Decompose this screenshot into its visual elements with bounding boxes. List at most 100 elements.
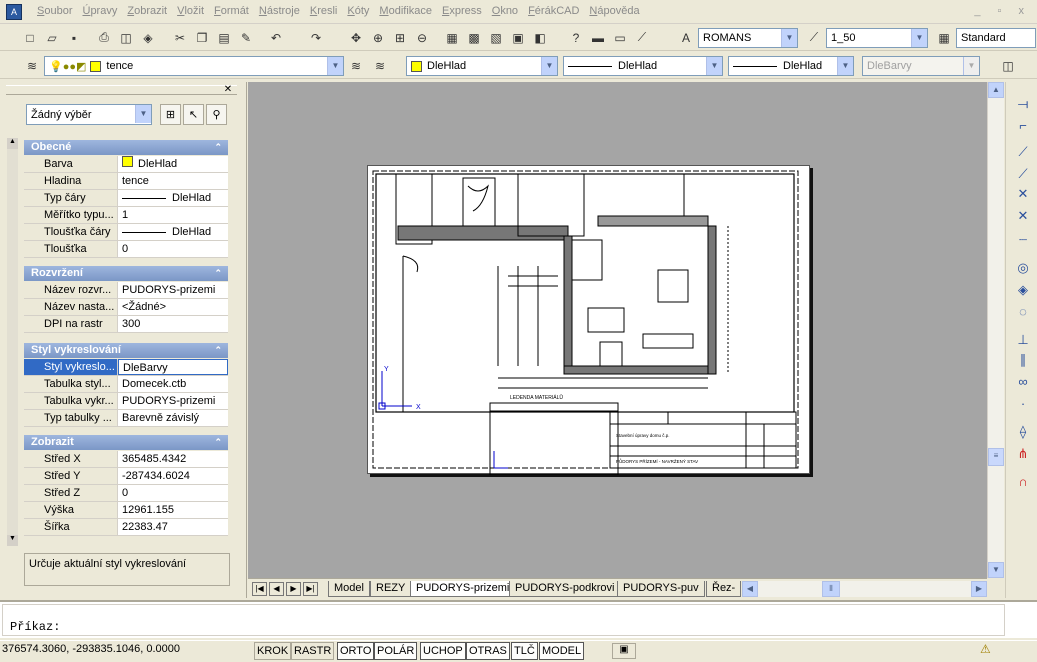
- property-row[interactable]: Střed Z 0: [24, 485, 228, 502]
- command-prompt[interactable]: Příkaz:: [10, 620, 60, 634]
- property-value[interactable]: DleHlad: [118, 224, 228, 240]
- property-row[interactable]: Tloušťka čáry DleHlad: [24, 224, 228, 241]
- command-window[interactable]: [0, 600, 1037, 638]
- section-header[interactable]: Obecné ⌃: [24, 140, 228, 155]
- property-value[interactable]: 0: [118, 485, 228, 501]
- property-row[interactable]: Střed Y -287434.6024: [24, 468, 228, 485]
- tray-settings-icon[interactable]: ⚠: [980, 642, 998, 660]
- table-style-icon[interactable]: ▦: [934, 28, 954, 47]
- publish-icon[interactable]: ◈: [138, 28, 158, 47]
- menu-item[interactable]: Kresli: [305, 5, 343, 17]
- pan-icon[interactable]: ✥: [346, 28, 366, 47]
- selection-select[interactable]: Žádný výběr ▼: [26, 104, 152, 125]
- chevron-down-icon[interactable]: ▼: [837, 57, 853, 75]
- first-tab-icon[interactable]: |◀: [252, 582, 267, 596]
- redo-icon[interactable]: ↷: [306, 28, 326, 47]
- scroll-up-icon[interactable]: ▲: [7, 138, 18, 149]
- insert-block-icon[interactable]: ∞: [1015, 374, 1031, 390]
- text-style-select[interactable]: ROMANS ▼: [698, 28, 798, 48]
- text-style-icon[interactable]: A: [676, 28, 696, 47]
- status-toggle-otras[interactable]: OTRAS: [466, 642, 510, 660]
- layer-manager-icon[interactable]: ≋: [22, 56, 42, 75]
- property-row[interactable]: Název nasta... <Žádné>: [24, 299, 228, 316]
- property-value[interactable]: PUDORYS-prizemi: [118, 393, 228, 409]
- property-value[interactable]: DleBarvy: [118, 359, 228, 375]
- property-row[interactable]: Typ tabulky ... Barevně závislý: [24, 410, 228, 427]
- status-toggle-model[interactable]: MODEL: [539, 642, 585, 660]
- markup-icon[interactable]: ◧: [530, 28, 550, 47]
- area-icon[interactable]: ▭: [610, 28, 630, 47]
- collapse-icon[interactable]: ⌃: [214, 140, 222, 155]
- status-toggle-krok[interactable]: KROK: [254, 642, 292, 660]
- menu-item[interactable]: Kóty: [342, 5, 374, 17]
- chevron-down-icon[interactable]: ▼: [541, 57, 557, 75]
- menu-item[interactable]: Express: [437, 5, 487, 17]
- status-toggle-tlč[interactable]: TLČ: [511, 642, 538, 660]
- zoom-previous-icon[interactable]: ⊖: [412, 28, 432, 47]
- toggle-pickadd-icon[interactable]: ⊞: [160, 104, 181, 125]
- coordinate-readout[interactable]: 376574.3060, -293835.1046, 0.0000: [2, 643, 180, 655]
- window-controls[interactable]: _ ▫ x: [974, 5, 1031, 17]
- menu-item[interactable]: Nástroje: [254, 5, 305, 17]
- mtext-icon[interactable]: ∩: [1015, 474, 1031, 490]
- lineweight-select[interactable]: DleHlad ▼: [728, 56, 854, 76]
- status-toggle-orto[interactable]: ORTO: [337, 642, 375, 660]
- measure-icon[interactable]: ⟋: [632, 28, 652, 47]
- select-objects-icon[interactable]: ↖: [183, 104, 204, 125]
- design-center-icon[interactable]: ▩: [464, 28, 484, 47]
- property-value[interactable]: -287434.6024: [118, 468, 228, 484]
- status-toggle-rastr[interactable]: RASTR: [291, 642, 335, 660]
- hatch-icon[interactable]: ⟠: [1015, 424, 1031, 440]
- xline-icon[interactable]: ⌐: [1015, 118, 1031, 134]
- layout-tab[interactable]: PUDORYS-puv: [617, 581, 705, 597]
- property-value[interactable]: 1: [118, 207, 228, 223]
- chevron-down-icon[interactable]: ▼: [706, 57, 722, 75]
- layer-previous-icon[interactable]: ≋: [370, 56, 390, 75]
- quick-select-icon[interactable]: ⚲: [206, 104, 227, 125]
- app-icon[interactable]: A: [6, 4, 22, 20]
- scroll-down-icon[interactable]: ▼: [7, 535, 18, 546]
- print-icon[interactable]: ⎙: [94, 28, 114, 47]
- section-header[interactable]: Rozvržení ⌃: [24, 266, 228, 281]
- menu-item[interactable]: Nápověda: [584, 5, 644, 17]
- open-file-icon[interactable]: ▱: [42, 28, 62, 47]
- zoom-realtime-icon[interactable]: ⊕: [368, 28, 388, 47]
- layer-select[interactable]: 💡●●◩ tence ▼: [44, 56, 344, 76]
- copy-icon[interactable]: ❐: [192, 28, 212, 47]
- status-toggle-uchop[interactable]: UCHOP: [420, 642, 466, 660]
- menu-item[interactable]: Vložit: [172, 5, 209, 17]
- revcloud-icon[interactable]: ◈: [1015, 282, 1031, 298]
- undo-icon[interactable]: ↶: [266, 28, 286, 47]
- vertical-scrollbar[interactable]: ▲ ≡ ▼: [987, 82, 1004, 578]
- scroll-thumb[interactable]: ⦀: [822, 581, 840, 597]
- layout-tab[interactable]: Řez-: [706, 581, 742, 597]
- point-icon[interactable]: ·: [1015, 396, 1031, 412]
- help-icon[interactable]: ?: [566, 28, 586, 47]
- property-row[interactable]: Styl vykreslo... DleBarvy: [24, 359, 228, 376]
- property-row[interactable]: DPI na rastr 300: [24, 316, 228, 333]
- property-value[interactable]: DleHlad: [118, 156, 228, 172]
- distance-icon[interactable]: ▬: [588, 28, 608, 47]
- collapse-icon[interactable]: ⌃: [214, 266, 222, 281]
- property-value[interactable]: DleHlad: [118, 190, 228, 206]
- dock-icon[interactable]: ◫: [998, 56, 1018, 75]
- cut-icon[interactable]: ✂: [170, 28, 190, 47]
- scroll-left-icon[interactable]: ◀: [742, 581, 758, 597]
- dim-style-select[interactable]: 1_50 ▼: [826, 28, 928, 48]
- layout-tab[interactable]: PUDORYS-podkrovi: [509, 581, 621, 597]
- match-prop-icon[interactable]: ✎: [236, 28, 256, 47]
- property-row[interactable]: Tabulka styl... Domecek.ctb: [24, 376, 228, 393]
- property-value[interactable]: <Žádné>: [118, 299, 228, 315]
- property-row[interactable]: Tabulka vykr... PUDORYS-prizemi: [24, 393, 228, 410]
- chevron-down-icon[interactable]: ▼: [327, 57, 343, 75]
- line-icon[interactable]: ⟞: [1015, 96, 1031, 112]
- maximize-viewport-icon[interactable]: ▣: [612, 643, 636, 659]
- property-value[interactable]: PUDORYS-prizemi: [118, 282, 228, 298]
- color-select[interactable]: DleHlad ▼: [406, 56, 558, 76]
- prev-tab-icon[interactable]: ◀: [269, 582, 284, 596]
- dim-style-icon[interactable]: ⟋: [804, 28, 824, 47]
- property-row[interactable]: Výška 12961.155: [24, 502, 228, 519]
- new-file-icon[interactable]: □: [20, 28, 40, 47]
- menu-item[interactable]: Modifikace: [374, 5, 437, 17]
- paste-icon[interactable]: ▤: [214, 28, 234, 47]
